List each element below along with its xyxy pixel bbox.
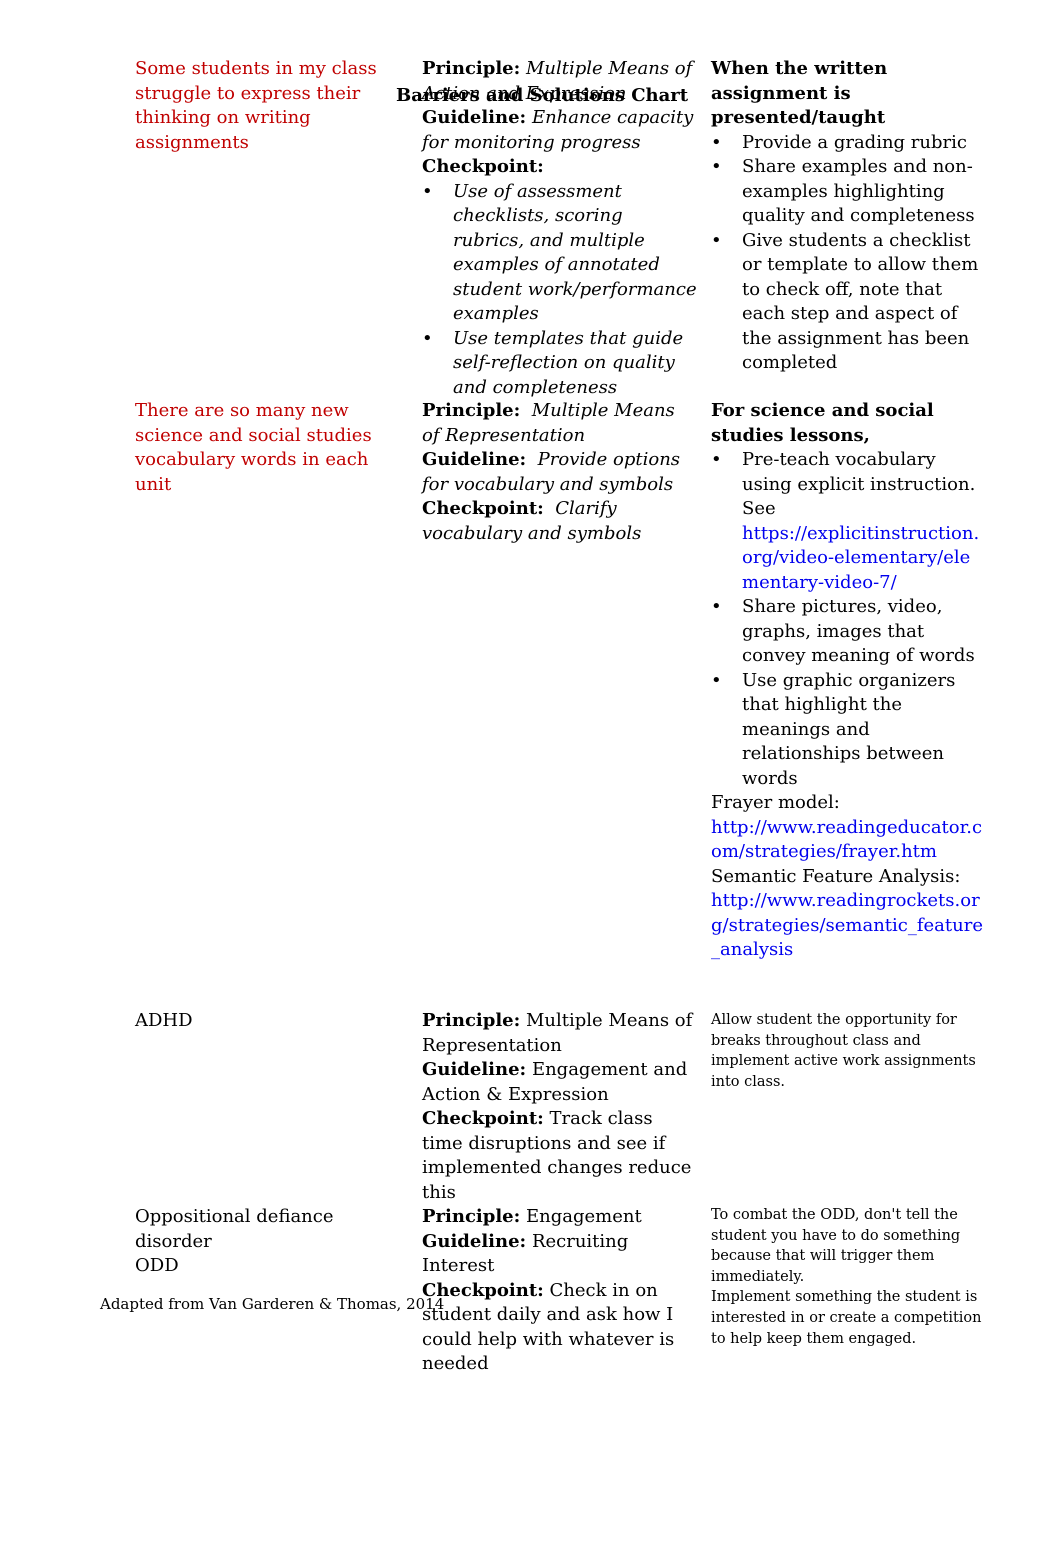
- barrier-cell: Some students in my class struggle to ex…: [135, 57, 410, 155]
- guideline-line: Guideline: Provide options for vocabular…: [422, 448, 697, 497]
- guideline-label: Guideline:: [422, 1059, 527, 1080]
- barrier-cell: Oppositional defiance disorder ODD: [135, 1205, 410, 1279]
- principle-line: Principle: Multiple Means of Representat…: [422, 1009, 697, 1058]
- document-page: Some students in my class struggle to ex…: [0, 0, 1062, 1556]
- udl-cell: Principle: Multiple Means of Representat…: [422, 399, 697, 546]
- principle-value: Engagement: [526, 1206, 642, 1227]
- solution-list: • Provide a grading rubric • Share example…: [711, 131, 986, 376]
- solution-text: To combat the ODD, don't tell the studen…: [711, 1207, 961, 1285]
- guideline-line: Guideline: Engagement and Action & Expre…: [422, 1058, 697, 1107]
- principle-label: Principle:: [422, 400, 521, 421]
- citation-footer: Adapted from Van Garderen & Thomas, 2014: [100, 1295, 445, 1313]
- checkpoint-list: • Use of assessment checklists, scoring r…: [422, 180, 697, 401]
- bullet-icon: •: [711, 669, 722, 691]
- solution-cell: For science and social studies lessons, …: [711, 399, 986, 963]
- frayer-model-link[interactable]: http://www.readingeducator.com/strategie…: [711, 817, 982, 863]
- semantic-feature-analysis-link[interactable]: http://www.readingrockets.org/strategies…: [711, 890, 983, 960]
- checkpoint-line: Checkpoint: Check in on student daily an…: [422, 1279, 697, 1377]
- checkpoint-line: Checkpoint: Clarify vocabulary and symbo…: [422, 497, 697, 546]
- bullet-icon: •: [711, 596, 722, 617]
- principle-label: Principle:: [422, 1010, 521, 1031]
- checkpoint-label: Checkpoint:: [422, 498, 544, 519]
- solution-cell: When the written assignment is presented…: [711, 57, 986, 376]
- guideline-line: Guideline: Enhance capacity for monitori…: [422, 106, 697, 155]
- document-title: Barriers and Solutions Chart: [396, 85, 689, 106]
- explicit-instruction-link[interactable]: https://explicitinstruction.org/video-el…: [742, 523, 979, 593]
- bullet-icon: •: [422, 180, 433, 202]
- barrier-cell: There are so many new science and social…: [135, 399, 410, 497]
- solution-heading: For science and social studies lessons,: [711, 400, 934, 446]
- solution-cell: To combat the ODD, don't tell the studen…: [711, 1205, 986, 1349]
- solution-item: • Share pictures, video, graphs, images t…: [711, 596, 975, 666]
- bullet-icon: •: [711, 229, 722, 251]
- udl-cell: Principle: Engagement Guideline: Recruit…: [422, 1205, 697, 1377]
- bullet-icon: •: [711, 131, 722, 153]
- barrier-cell: ADHD: [135, 1009, 410, 1034]
- checkpoint-line: Checkpoint: Track class time disruptions…: [422, 1107, 697, 1205]
- guideline-label: Guideline:: [422, 1230, 527, 1252]
- bullet-icon: •: [422, 327, 433, 349]
- barrier-text: Oppositional defiance disorder: [135, 1206, 334, 1252]
- udl-cell: Principle: Multiple Means of Action and …: [422, 57, 697, 400]
- barrier-text: ADHD: [135, 1010, 193, 1031]
- solution-list: • Pre-teach vocabulary using explicit ins…: [711, 448, 986, 791]
- solution-item: • Share examples and non-examples highlig…: [711, 156, 975, 226]
- solution-heading: When the written assignment is presented…: [711, 58, 888, 128]
- barrier-abbreviation: ODD: [135, 1255, 179, 1276]
- solution-item: • Provide a grading rubric: [711, 131, 986, 156]
- bullet-icon: •: [711, 449, 722, 470]
- checkpoint-item: • Use of assessment checklists, scoring r…: [422, 180, 697, 325]
- solution-text: Allow student the opportunity for breaks…: [711, 1012, 976, 1090]
- udl-cell: Principle: Multiple Means of Representat…: [422, 1009, 697, 1205]
- principle-line: Principle: Engagement: [422, 1205, 697, 1230]
- checkpoint-label: Checkpoint:: [422, 1108, 544, 1129]
- principle-label: Principle:: [422, 58, 521, 79]
- principle-line: Principle: Multiple Means of Representat…: [422, 399, 697, 448]
- resource-label: Semantic Feature Analysis:: [711, 865, 961, 887]
- solution-item: • Give students a checklist or template t…: [711, 229, 979, 374]
- checkpoint-label: Checkpoint:: [422, 156, 544, 177]
- guideline-label: Guideline:: [422, 107, 527, 128]
- guideline-line: Guideline: Recruiting Interest: [422, 1230, 697, 1279]
- barrier-text: There are so many new science and social…: [135, 400, 372, 495]
- solution-text: Implement something the student is inter…: [711, 1289, 982, 1347]
- solution-item: • Pre-teach vocabulary using explicit ins…: [711, 449, 980, 593]
- guideline-label: Guideline:: [422, 449, 527, 470]
- solution-cell: Allow student the opportunity for breaks…: [711, 1010, 986, 1092]
- bullet-icon: •: [711, 156, 722, 177]
- principle-label: Principle:: [422, 1206, 521, 1227]
- solution-item: • Use graphic organizers that highlight t…: [711, 669, 956, 789]
- resource-label: Frayer model:: [711, 792, 840, 813]
- barrier-text: Some students in my class struggle to ex…: [135, 58, 377, 153]
- checkpoint-item: • Use templates that guide self-reflectio…: [422, 327, 684, 398]
